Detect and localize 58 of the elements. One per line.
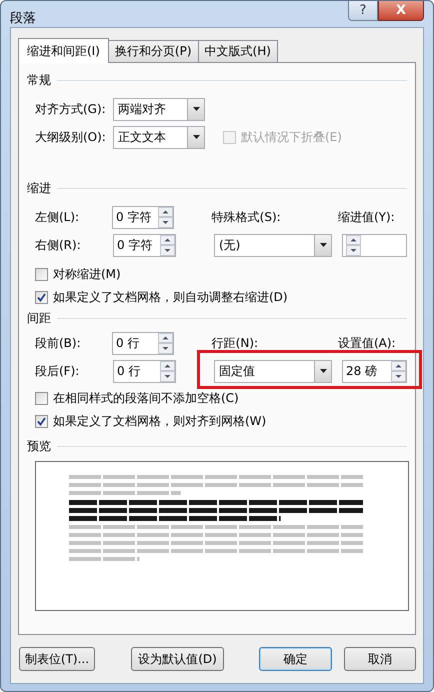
checkbox[interactable] xyxy=(35,392,48,405)
field-label: 缩进值(Y): xyxy=(338,208,396,226)
checkbox-label: 对称缩进(M) xyxy=(53,266,121,283)
checkbox-label: 默认情况下折叠(E) xyxy=(241,128,342,146)
spin-field[interactable]: 0 字符 xyxy=(112,206,174,228)
spin-field[interactable]: 0 行 xyxy=(113,360,176,382)
dialog-button[interactable]: 设为默认值(D) xyxy=(131,647,224,671)
spin-down-button[interactable] xyxy=(346,244,361,256)
help-button[interactable]: ? xyxy=(348,1,378,21)
dialog-button[interactable]: 取消 xyxy=(344,647,416,671)
field-label: 对齐方式(G): xyxy=(35,100,107,118)
spin-up-button[interactable] xyxy=(160,234,175,244)
checkbox[interactable] xyxy=(35,415,48,428)
spin-down-button[interactable] xyxy=(391,370,406,382)
field-label: 特殊格式(S): xyxy=(212,208,282,226)
spin-up-button[interactable] xyxy=(158,332,174,342)
tab[interactable]: 中文版式(H) xyxy=(198,40,278,62)
section-title: 缩进 xyxy=(27,180,51,196)
field-label: 行距(N): xyxy=(212,334,260,352)
spin-up-button[interactable] xyxy=(391,360,406,370)
spin-down-button[interactable] xyxy=(160,370,175,382)
dropdown[interactable]: 正文文本 xyxy=(113,126,205,148)
dialog-button[interactable]: 制表位(T)... xyxy=(19,647,95,671)
field-label: 大纲级别(O): xyxy=(35,128,107,146)
dialog-button[interactable]: 确定 xyxy=(259,647,332,671)
spin-down-button[interactable] xyxy=(160,244,175,256)
dropdown-arrow-icon xyxy=(192,135,200,139)
spin-field[interactable]: 28 磅 xyxy=(342,360,407,382)
spin-field[interactable]: 0 字符 xyxy=(113,234,176,256)
tab[interactable]: 缩进和间距(I) xyxy=(18,38,109,63)
spin-down-button[interactable] xyxy=(158,216,174,228)
checkbox[interactable] xyxy=(35,291,48,304)
section-title: 间距 xyxy=(27,310,51,326)
dropdown-arrow-icon xyxy=(192,107,200,111)
field-label: 右侧(R): xyxy=(35,236,82,254)
section-title: 常规 xyxy=(27,72,51,88)
checkbox-label: 如果定义了文档网格，则对齐到网格(W) xyxy=(53,413,266,430)
field-label: 段后(F): xyxy=(35,362,80,380)
dropdown-arrow-icon xyxy=(320,369,326,373)
window-title: 段落 xyxy=(10,10,36,27)
dropdown[interactable]: (无) xyxy=(214,234,332,256)
field-label: 设置值(A): xyxy=(338,334,397,352)
spin-down-button[interactable] xyxy=(158,342,174,354)
dropdown-arrow-icon xyxy=(320,243,326,247)
checkbox-label: 如果定义了文档网格，则自动调整右缩进(D) xyxy=(53,289,288,306)
dropdown[interactable]: 固定值 xyxy=(214,360,332,382)
checkbox[interactable] xyxy=(35,268,48,281)
spin-up-button[interactable] xyxy=(158,206,174,216)
checkbox-label: 在相同样式的段落间不添加空格(C) xyxy=(53,390,239,407)
field-label: 左侧(L): xyxy=(35,208,80,226)
spin-field[interactable] xyxy=(342,234,407,256)
tab[interactable]: 换行和分页(P) xyxy=(108,40,199,62)
spin-up-button[interactable] xyxy=(346,234,361,244)
dropdown[interactable]: 两端对齐 xyxy=(113,98,205,120)
field-label: 段前(B): xyxy=(35,334,82,352)
section-title: 预览 xyxy=(27,438,51,454)
spin-up-button[interactable] xyxy=(160,360,175,370)
spin-field[interactable]: 0 行 xyxy=(112,332,174,354)
